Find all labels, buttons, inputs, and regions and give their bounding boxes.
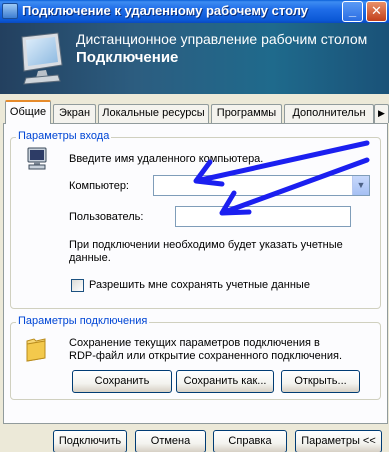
save-credentials-label[interactable]: Разрешить мне сохранять учетные данные (89, 279, 310, 291)
user-input[interactable] (175, 206, 351, 227)
connect-button[interactable]: Подключить (53, 430, 127, 452)
tab-local-resources[interactable]: Локальные ресурсы (98, 104, 209, 123)
credentials-note-line1: При подключении необходимо будет указать… (69, 239, 343, 251)
cancel-button[interactable]: Отмена (135, 430, 206, 452)
computer-prompt-text: Введите имя удаленного компьютера. (69, 153, 264, 165)
chevron-down-icon[interactable]: ▼ (352, 176, 369, 195)
window-title: Подключение к удаленному рабочему столу (22, 3, 309, 18)
options-button[interactable]: Параметры << (295, 430, 382, 452)
header-banner: Дистанционное управление рабочим столом … (0, 23, 389, 94)
remote-desktop-app-icon (2, 3, 18, 19)
tab-advanced[interactable]: Дополнительн (284, 104, 374, 123)
monitor-icon (21, 32, 63, 85)
tab-programs[interactable]: Программы (211, 104, 282, 123)
tab-general[interactable]: Общие (5, 100, 51, 124)
folder-icon (26, 338, 46, 362)
login-settings-legend: Параметры входа (16, 130, 112, 142)
user-label: Пользователь: (69, 211, 144, 223)
computer-combobox[interactable]: ▼ (153, 175, 370, 196)
computer-icon (27, 147, 47, 170)
save-button[interactable]: Сохранить (72, 370, 172, 393)
tab-display[interactable]: Экран (53, 104, 96, 123)
computer-label: Компьютер: (69, 180, 129, 192)
minimize-button[interactable]: _ (342, 1, 363, 22)
banner-subtitle: Дистанционное управление рабочим столом (76, 31, 368, 47)
banner-title: Подключение (76, 49, 179, 66)
help-button[interactable]: Справка (213, 430, 287, 452)
save-as-button[interactable]: Сохранить как... (176, 370, 274, 393)
connection-desc-line1: Сохранение текущих параметров подключени… (69, 337, 320, 349)
open-button[interactable]: Открыть... (281, 370, 360, 393)
credentials-note-line2: данные. (69, 252, 111, 264)
tab-scroll-right-arrow[interactable]: ▶ (374, 104, 389, 123)
connection-settings-legend: Параметры подключения (16, 315, 150, 327)
tab-panel-general: Параметры входа Введите имя удаленного к… (3, 123, 388, 424)
close-button[interactable]: ✕ (366, 1, 387, 22)
login-settings-group: Параметры входа Введите имя удаленного к… (10, 130, 381, 309)
connection-settings-group: Параметры подключения Сохранение текущих… (10, 315, 381, 400)
save-credentials-checkbox[interactable] (71, 279, 84, 292)
title-bar[interactable]: Подключение к удаленному рабочему столу … (0, 0, 389, 23)
connection-desc-line2: RDP-файл или открытие сохраненного подкл… (69, 350, 342, 362)
